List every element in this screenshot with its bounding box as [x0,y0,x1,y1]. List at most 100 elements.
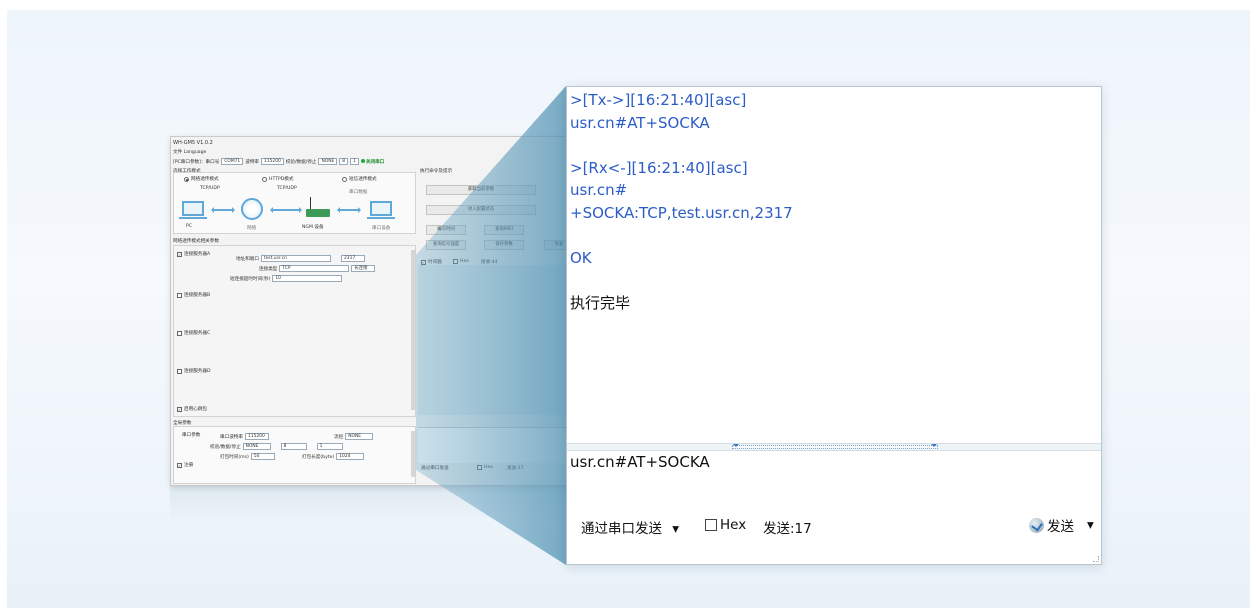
radio-dot-icon [262,176,267,182]
save-params-button[interactable]: 保存参数 [484,240,524,250]
query-signal-button[interactable]: 查询信号强度 [426,240,466,250]
collapse-arrow-icon[interactable] [733,444,739,447]
radio-net-mode[interactable]: 网络透传模式 [184,176,219,182]
mode-panel: 网络透传模式 HTTPD模式 短信透传模式 TCP/UDP TCP/UDP 串口… [173,172,416,234]
net-label: 网络 [247,226,257,231]
parity-label: 校验/数据/停止 [285,159,317,165]
pack-len-input[interactable]: 1024 [336,453,365,460]
query-imei-button[interactable]: 查询IMEI [484,225,524,235]
checkbox-icon [421,259,426,265]
global-baud-select[interactable]: 115200 [244,433,269,440]
server-b-checkbox[interactable]: 连接服务器B [177,292,210,298]
rx-hex-checkbox[interactable]: Hex [453,259,469,264]
heartbeat-checkbox[interactable]: 启用心跳包 [177,406,207,412]
global-data-select[interactable]: 8 [280,443,307,450]
radio-sms-mode[interactable]: 短信透传模式 [342,176,377,182]
chevron-down-icon[interactable]: ▾ [1087,517,1094,533]
rx-hex-label: Hex [460,259,469,264]
zoomed-terminal: >[Tx->][16:21:40][asc] usr.cn#AT+SOCKA >… [566,86,1102,565]
reconnect-input[interactable]: 10 [272,275,343,282]
close-port-button[interactable]: 关闭串口 [360,158,385,165]
pack-time-input[interactable]: 50 [250,453,275,460]
proto-left-label: TCP/UDP [200,186,220,191]
checkbox-icon [177,330,182,336]
long-conn-select[interactable]: 长连接 [351,265,376,272]
double-arrow-icon [211,207,235,213]
radio-dot-icon [342,176,347,182]
pack-len-label: 打包长度(byte) [302,454,335,460]
checkbox-icon [177,406,182,412]
port-label: [PC串口参数]：串口号 [173,159,220,165]
rx-log-area[interactable] [418,265,573,415]
params-scrollbar[interactable] [411,250,415,410]
resize-grip-icon[interactable] [1093,556,1099,562]
status-dot-icon [360,158,365,163]
save-time-button[interactable]: 编写时间 [426,225,466,235]
global-baud-label: 串口波特率 [220,434,243,440]
toolbar: [PC串口参数]：串口号 COM71 波特率 115200 校验/数据/停止 N… [173,158,384,165]
tx-input-area[interactable] [418,427,573,463]
reconnect-label: 短连接超时时间(秒) [230,276,271,282]
send-mode-dropdown[interactable]: 通过串口发送 ▾ [581,517,679,537]
send-mode-select[interactable]: 通过串口发送 [421,465,449,471]
enter-config-button[interactable]: 进入配置状态 [426,205,536,215]
log-line: >[Tx->][16:21:40][asc] [570,91,747,109]
pc-label: PC [186,224,192,229]
port-input[interactable]: 2317 [340,255,365,262]
send-count-label: 发送:17 [763,521,812,537]
register-checkbox[interactable]: 注册 [177,462,193,468]
register-label: 注册 [184,463,194,468]
global-stop-select[interactable]: 1 [316,443,343,450]
double-arrow-icon [270,207,302,213]
server-a-checkbox[interactable]: 连接服务器A [177,251,210,257]
checkbox-icon [177,251,182,257]
checkbox-icon [177,292,182,298]
close-port-label: 关闭串口 [365,159,385,165]
radio-http-mode[interactable]: HTTPD模式 [262,176,293,182]
server-d-checkbox[interactable]: 连接服务器D [177,368,211,374]
conn-type-label: 连接类型 [259,266,278,272]
send-input[interactable]: usr.cn#AT+SOCKA [570,453,710,471]
log-line: +SOCKA:TCP,test.usr.cn,2317 [570,203,793,222]
flow-select[interactable]: NONE [345,433,374,440]
collapse-arrow-icon[interactable] [931,444,937,447]
splitter-grip[interactable] [732,445,938,449]
conn-type-field: 连接类型 TCP 长连接 [259,265,376,272]
baud-select[interactable]: 115200 [261,158,284,165]
send-button-label: 发送 [1047,519,1074,535]
cmd-section-label: 执行命令及提示 [420,169,453,174]
port-select[interactable]: COM71 [221,158,244,165]
server-b-label: 连接服务器B [184,293,211,298]
server-c-checkbox[interactable]: 连接服务器C [177,330,210,336]
data-bits-select[interactable]: 8 [339,158,349,165]
tx-hex-checkbox[interactable]: Hex [477,465,493,470]
global-parity-label: 校验/数据/停止 [210,444,241,450]
global-scrollbar[interactable] [411,431,415,477]
log-line: 执行完毕 [570,294,631,313]
stop-bits-select[interactable]: 1 [350,158,359,165]
menu-bar[interactable]: 文件 Language [173,149,206,155]
send-mode-label: 通过串口发送 [581,521,662,537]
params-panel: 连接服务器A 地址和端口 test.usr.cn 2317 连接类型 TCP 长… [173,245,416,417]
pane-splitter[interactable] [567,443,1101,451]
reconnect-field: 短连接超时时间(秒) 10 [230,275,343,282]
conn-type-select[interactable]: TCP [279,265,350,272]
parity-select[interactable]: NONE [318,158,338,165]
pack-time-field: 打包时间(ms) 50 [220,453,275,460]
log-line: OK [570,249,592,268]
address-input[interactable]: test.usr.cn [260,255,331,262]
checkbox-icon [177,462,182,468]
flow-field: 流控 NONE [334,433,374,440]
send-bar: 通过串口发送 ▾ Hex 发送:17 发送 ▾ [567,511,1101,559]
window-title: WH-GM5 V1.0.2 [173,140,213,146]
proto-right-label: TCP/UDP [277,186,297,191]
receive-log[interactable]: >[Tx->][16:21:40][asc] usr.cn#AT+SOCKA >… [570,89,793,315]
radio-sms-label: 短信透传模式 [349,177,377,182]
get-params-button[interactable]: 获取当前参数 [426,185,536,195]
hex-checkbox[interactable]: Hex [705,517,746,533]
send-button[interactable]: 发送 ▾ [1029,515,1094,535]
global-parity-select[interactable]: NONE [242,443,271,450]
globe-icon [241,198,263,220]
